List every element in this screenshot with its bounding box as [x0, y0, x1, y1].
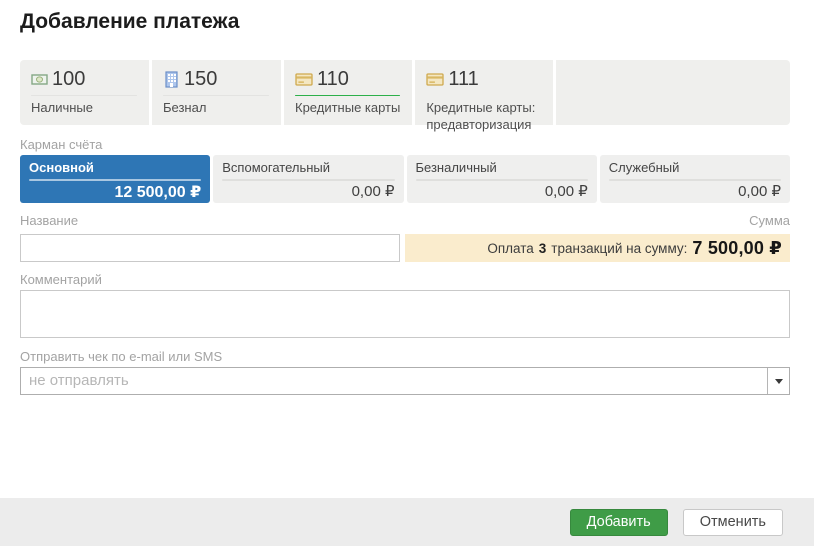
payment-type-head: 150	[163, 69, 269, 89]
payment-type-tab-cash[interactable]: 100 Наличные	[20, 60, 149, 125]
pockets-label: Карман счёта	[20, 137, 790, 152]
sum-amount: 7 500,00 ₽	[692, 238, 782, 259]
name-input[interactable]	[20, 234, 400, 262]
pocket-bar	[416, 179, 588, 181]
cancel-button[interactable]: Отменить	[683, 509, 783, 536]
pocket-name: Основной	[29, 160, 201, 176]
payment-type-code: 150	[184, 69, 217, 89]
comment-label: Комментарий	[20, 272, 790, 287]
payment-type-tabs: 100 Наличные 15	[20, 60, 790, 125]
sum-label: Сумма	[749, 213, 790, 228]
chevron-down-icon	[775, 379, 783, 384]
payment-type-label: Безнал	[163, 100, 269, 117]
receipt-select[interactable]: не отправлять	[20, 367, 790, 395]
name-label: Название	[20, 213, 78, 228]
sum-middle-text: транзакций на сумму:	[551, 241, 687, 256]
pockets-row: Основной 12 500,00 ₽ Вспомогательный 0,0…	[20, 155, 790, 203]
sum-box: Оплата 3 транзакций на сумму: 7 500,00 ₽	[405, 234, 790, 262]
add-button[interactable]: Добавить	[570, 509, 668, 536]
pocket-bar	[29, 179, 201, 181]
select-arrow-button[interactable]	[767, 368, 789, 394]
payment-type-tab-cashless[interactable]: 150 Безнал	[152, 60, 281, 125]
payment-type-head: 111	[426, 69, 541, 89]
pocket-name: Служебный	[609, 160, 781, 176]
building-icon	[163, 71, 180, 88]
pocket-amount: 12 500,00 ₽	[29, 183, 201, 202]
payment-type-code: 110	[317, 69, 349, 89]
dialog-footer: Добавить Отменить	[0, 498, 814, 546]
add-payment-dialog: Добавление платежа 100 Наличные	[0, 0, 814, 395]
sum-prefix: Оплата	[487, 241, 533, 256]
pocket-amount: 0,00 ₽	[416, 183, 588, 201]
payment-type-label: Кредитные карты: предавторизация	[426, 100, 541, 134]
tab-strip-filler	[556, 60, 790, 125]
page-title: Добавление платежа	[20, 10, 790, 34]
pocket-cashless[interactable]: Безналичный 0,00 ₽	[407, 155, 597, 203]
comment-textarea[interactable]	[20, 290, 790, 338]
payment-type-head: 110	[295, 69, 400, 89]
payment-type-label: Наличные	[31, 100, 137, 117]
cash-icon	[31, 71, 48, 88]
pocket-bar	[609, 179, 781, 181]
receipt-label: Отправить чек по e-mail или SMS	[20, 349, 790, 364]
payment-type-code: 111	[448, 69, 478, 89]
pocket-main[interactable]: Основной 12 500,00 ₽	[20, 155, 210, 203]
payment-type-tab-credit-cards[interactable]: 110 Кредитные карты	[284, 60, 412, 125]
payment-type-label: Кредитные карты	[295, 100, 400, 117]
receipt-selected-value: не отправлять	[21, 368, 767, 394]
pocket-amount: 0,00 ₽	[609, 183, 781, 201]
credit-card-icon	[426, 71, 444, 88]
sum-transaction-count: 3	[539, 241, 547, 256]
pocket-auxiliary[interactable]: Вспомогательный 0,00 ₽	[213, 155, 403, 203]
pocket-bar	[222, 179, 394, 181]
pocket-name: Вспомогательный	[222, 160, 394, 176]
pocket-name: Безналичный	[416, 160, 588, 176]
credit-card-icon	[295, 71, 313, 88]
payment-type-code: 100	[52, 69, 85, 89]
pocket-service[interactable]: Служебный 0,00 ₽	[600, 155, 790, 203]
pocket-amount: 0,00 ₽	[222, 183, 394, 201]
payment-type-tab-preauth[interactable]: 111 Кредитные карты: предавторизация	[415, 60, 553, 125]
payment-type-head: 100	[31, 69, 137, 89]
